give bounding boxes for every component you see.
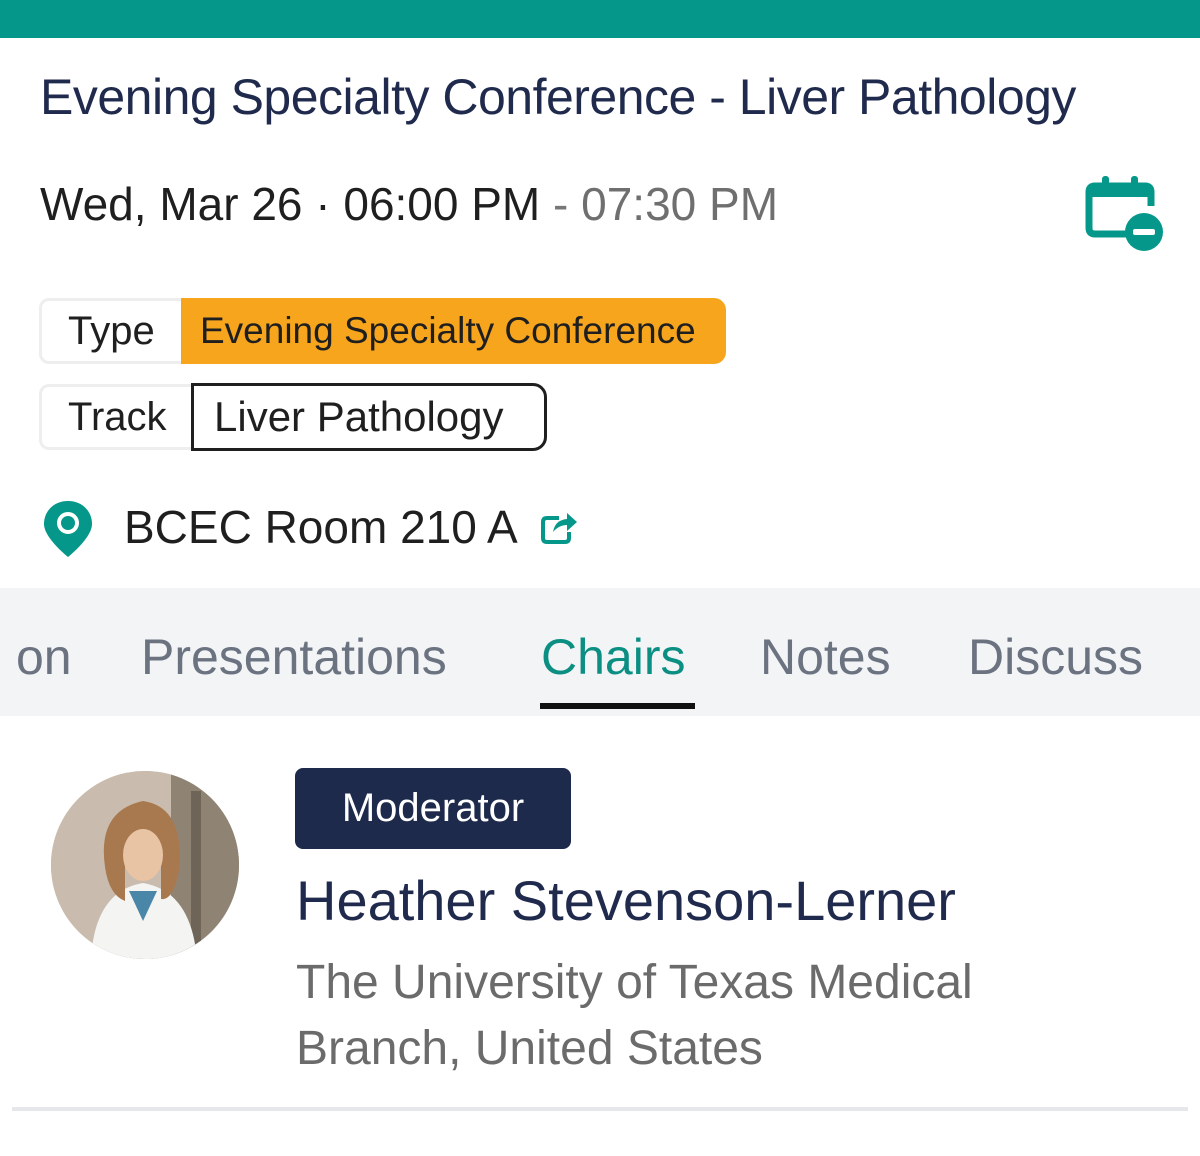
location-name: BCEC Room 210 A: [124, 501, 518, 553]
track-badge[interactable]: Liver Pathology: [191, 383, 547, 451]
tab-discuss[interactable]: Discuss: [968, 628, 1143, 686]
time-separator: -: [540, 178, 582, 230]
page-title: Evening Specialty Conference - Liver Pat…: [40, 69, 1076, 125]
open-location-button[interactable]: [539, 508, 579, 546]
tab-presentations[interactable]: Presentations: [141, 628, 447, 686]
tab-bar: on Presentations Chairs Notes Discuss: [0, 588, 1200, 716]
remove-from-calendar-button[interactable]: [1083, 172, 1165, 254]
list-divider: [12, 1107, 1188, 1111]
role-badge: Moderator: [295, 768, 571, 849]
top-app-bar: [0, 0, 1200, 38]
calendar-remove-icon: [1085, 176, 1163, 251]
type-label: Type: [39, 298, 182, 364]
chair-avatar[interactable]: [51, 771, 239, 959]
session-detail-page: Evening Specialty Conference - Liver Pat…: [0, 0, 1200, 1156]
avatar-photo: [51, 771, 239, 959]
tab-notes[interactable]: Notes: [760, 628, 891, 686]
affiliation-line-1: The University of Texas Medical: [296, 956, 973, 1009]
chair-name[interactable]: Heather Stevenson-Lerner: [296, 868, 956, 933]
tab-information[interactable]: on: [16, 628, 72, 686]
affiliation-line-2: Branch, United States: [296, 1022, 763, 1075]
tab-chairs[interactable]: Chairs: [541, 628, 685, 686]
active-tab-indicator: [540, 703, 695, 709]
end-time: 07:30 PM: [581, 178, 779, 230]
start-time: Wed, Mar 26 · 06:00 PM: [40, 178, 541, 230]
map-pin-icon: [44, 501, 92, 557]
external-link-icon: [541, 513, 577, 544]
type-badge: Evening Specialty Conference: [181, 298, 726, 364]
session-datetime: Wed, Mar 26 · 06:00 PM - 07:30 PM: [40, 177, 778, 231]
chair-affiliation: The University of Texas Medical Branch, …: [296, 950, 1156, 1082]
track-label: Track: [39, 384, 193, 450]
